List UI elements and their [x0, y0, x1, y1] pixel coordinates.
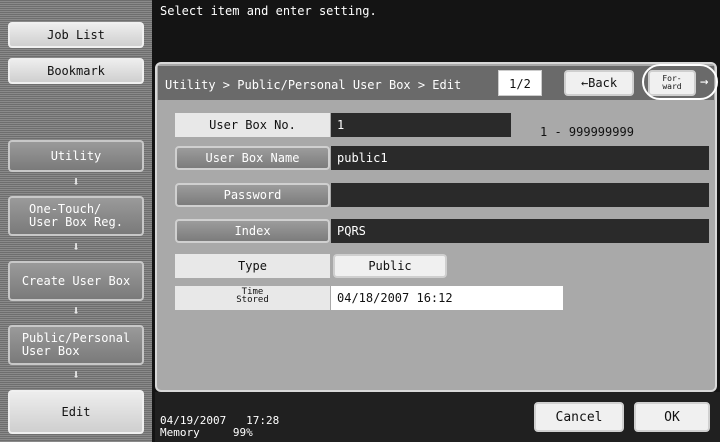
down-arrow-icon: ⬇ [72, 240, 80, 255]
nav-step-utility[interactable]: Utility [8, 140, 144, 172]
down-arrow-icon: ⬇ [72, 175, 80, 190]
time-stored-label-line2: Stored [236, 295, 269, 305]
down-arrow-icon: ⬇ [72, 368, 80, 383]
nav-step-edit-label: Edit [61, 404, 91, 419]
cancel-label: Cancel [555, 409, 603, 425]
index-button[interactable]: Index [175, 219, 330, 243]
time-stored-value: 04/18/2007 16:12 [331, 286, 563, 310]
time-stored-label: Time Stored [175, 286, 330, 310]
job-list-label: Job List [47, 27, 105, 42]
type-public-button[interactable]: Public [333, 254, 447, 278]
nav-step-public-personal[interactable]: Public/Personal User Box [8, 325, 144, 365]
user-box-name-button[interactable]: User Box Name [175, 146, 330, 170]
index-field[interactable]: PQRS [331, 219, 709, 243]
type-label: Type [175, 254, 330, 278]
nav-step-create-user-box-label: Create User Box [21, 273, 131, 288]
ok-button[interactable]: OK [634, 402, 710, 432]
date-time-memory: 04/19/2007 17:28 Memory 99% [160, 415, 279, 439]
back-button[interactable]: ←Back [564, 70, 634, 96]
nav-step-utility-label: Utility [50, 148, 102, 163]
memory-label: Memory [160, 426, 200, 439]
cancel-button[interactable]: Cancel [534, 402, 624, 432]
down-arrow-icon: ⬇ [72, 304, 80, 319]
back-label: ←Back [580, 76, 618, 90]
password-field[interactable] [331, 183, 709, 207]
nav-step-one-touch-label: One-Touch/ User Box Reg. [29, 202, 123, 229]
nav-step-create-user-box[interactable]: Create User Box [8, 261, 144, 301]
nav-step-public-personal-label: Public/Personal User Box [21, 331, 131, 358]
user-box-name-field[interactable]: public1 [331, 146, 709, 170]
highlight-circle [642, 64, 718, 100]
user-box-no-range: 1 - 999999999 [540, 125, 634, 139]
bookmark-button[interactable]: Bookmark [8, 58, 144, 84]
job-list-button[interactable]: Job List [8, 22, 144, 48]
memory-value: 99% [232, 426, 253, 439]
user-box-no-label: User Box No. [175, 113, 330, 137]
nav-step-one-touch[interactable]: One-Touch/ User Box Reg. [8, 196, 144, 236]
bookmark-label: Bookmark [47, 63, 105, 78]
page-indicator: 1/2 [498, 70, 542, 96]
user-box-no-field[interactable]: 1 [331, 113, 511, 137]
instruction-text: Select item and enter setting. [160, 4, 377, 18]
breadcrumb: Utility > Public/Personal User Box > Edi… [165, 78, 462, 92]
password-button[interactable]: Password [175, 183, 330, 207]
ok-label: OK [664, 409, 680, 425]
nav-step-edit[interactable]: Edit [8, 390, 144, 434]
